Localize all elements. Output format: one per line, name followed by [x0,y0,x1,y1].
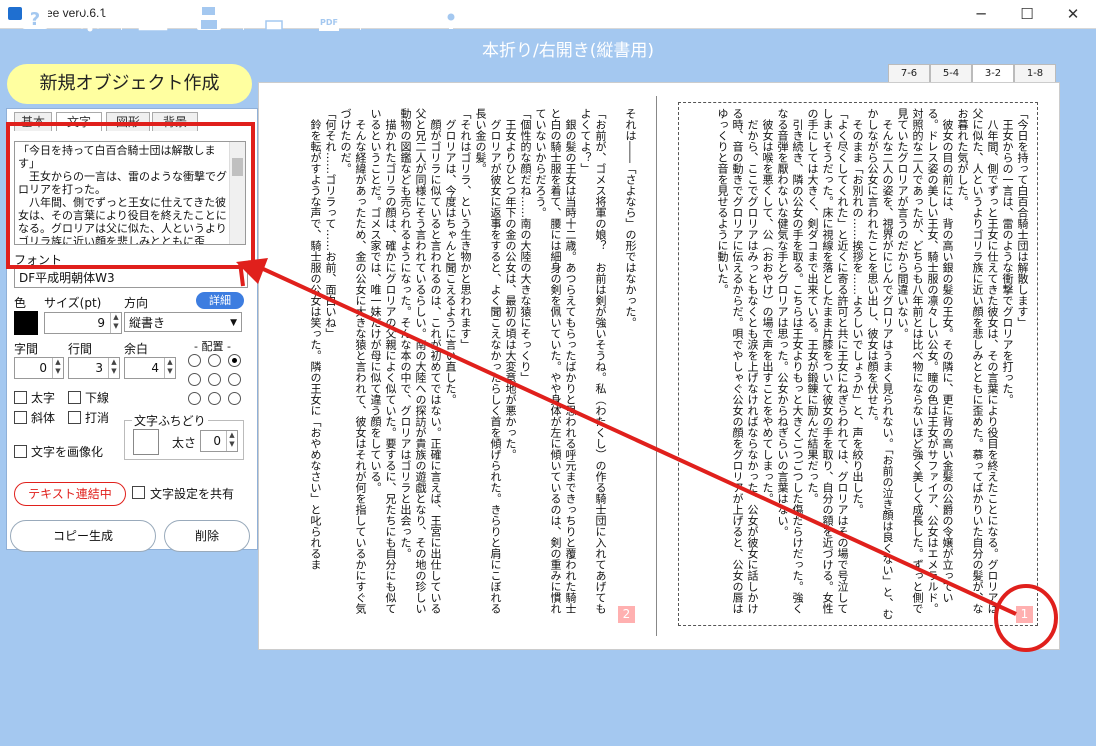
thickness-label: 太さ [172,436,197,450]
strike-label: 打消 [85,411,110,425]
open-folder-icon[interactable] [136,3,172,33]
text-link-button[interactable]: テキスト連結中 [14,482,126,506]
margin-spinner[interactable]: ▲ ▼ [164,358,175,378]
align-radio[interactable] [188,354,201,367]
toolbar-separator [360,6,361,30]
margin-input[interactable]: 4 ▲ ▼ [124,357,176,379]
italic-checkbox[interactable] [14,411,27,424]
rasterize-label: 文字を画像化 [31,445,104,459]
maximize-button[interactable]: ☐ [1004,0,1050,28]
thickness-input[interactable]: 0 ▲ ▼ [200,430,238,452]
page-number-2: 2 [618,606,635,623]
tab-text[interactable]: 文字 [56,112,102,131]
strike-checkbox[interactable] [68,411,81,424]
page-number-1: 1 [1016,606,1033,623]
thickness-spinner[interactable]: ▲ ▼ [226,431,237,451]
align-radio[interactable] [208,392,221,405]
loading-icon[interactable] [74,3,106,33]
size-spinner[interactable]: ▲ ▼ [110,313,121,333]
text-editor-scrollbar[interactable] [229,142,245,244]
delete-button[interactable]: 削除 [164,520,250,552]
share-settings-checkbox[interactable] [132,486,145,499]
tab-basic[interactable]: 基本 [14,112,52,131]
page-tab-5-4[interactable]: 5-4 [930,64,972,83]
align-radio[interactable] [208,354,221,367]
italic-label: 斜体 [31,411,56,425]
margin-value: 4 [151,361,159,375]
new-object-button[interactable]: 新規オブジェクト作成 [7,64,252,104]
page-divider [656,96,657,636]
page-1-text[interactable]: 「今日を持って白百合騎士団は解散します」 王女からの一言は、雷のような衝撃でグロ… [684,108,1030,620]
text-editor-content[interactable]: 「今日を持って白百合騎士団は解散します」 王女からの一言は、雷のような衝撃でグロ… [15,142,245,244]
outline-color-swatch[interactable] [133,429,159,455]
direction-label: 方向 [124,296,149,310]
text-editor[interactable]: 「今日を持って白百合騎士団は解散します」 王女からの一言は、雷のような衝撃でグロ… [14,141,246,245]
thickness-value: 0 [213,434,221,448]
direction-value: 縦書き [129,316,166,330]
page-2-text[interactable]: それは――「さよなら」の形ではなかった。 「お前が、ゴメス将軍の娘？ お前は剣が… [280,108,638,620]
char-spacing-value: 0 [39,361,47,375]
bold-checkbox[interactable] [14,391,27,404]
align-label: - 配置 - [194,340,231,353]
char-spacing-label: 字間 [14,342,39,356]
page-tab-1-8[interactable]: 1-8 [1014,64,1056,83]
tab-background[interactable]: 背景 [152,112,198,131]
align-radio[interactable] [188,373,201,386]
gear-icon[interactable] [436,3,466,33]
share-settings-label: 文字設定を共有 [150,487,235,501]
line-spacing-value: 3 [95,361,103,375]
toolbar-separator [121,6,122,30]
size-value: 9 [97,316,105,330]
color-label: 色 [14,296,27,310]
save-icon[interactable] [193,3,225,33]
align-radio[interactable] [188,392,201,405]
color-swatch[interactable] [14,311,38,335]
svg-text:?: ? [30,9,40,30]
print-icon[interactable] [256,3,292,33]
direction-select[interactable]: 縦書き ▼ [124,312,242,332]
page-tab-3-2[interactable]: 3-2 [972,64,1014,82]
pdf-icon[interactable]: PDF [314,3,344,33]
scrollbar-thumb[interactable] [232,158,243,176]
size-input[interactable]: 9 ▲ ▼ [44,312,122,334]
align-radio[interactable] [228,373,241,386]
line-spacing-spinner[interactable]: ▲ ▼ [108,358,119,378]
line-spacing-label: 行間 [68,342,93,356]
margin-label: 余白 [124,342,149,356]
size-label: サイズ(pt) [44,296,102,310]
minimize-button[interactable]: ─ [958,0,1004,28]
underline-label: 下線 [85,391,110,405]
layout-mode-label[interactable]: 本折り/右開き(縦書用) [482,36,654,61]
font-select[interactable]: DF平成明朝体W3 [14,268,248,288]
rasterize-checkbox[interactable] [14,445,27,458]
underline-checkbox[interactable] [68,391,81,404]
page-marker: -8- [381,7,407,28]
help-icon[interactable]: ? [18,3,52,33]
align-radio[interactable] [228,392,241,405]
tab-shape[interactable]: 図形 [106,112,150,131]
font-label: フォント [14,253,63,267]
char-spacing-input[interactable]: 0 ▲ ▼ [14,357,64,379]
detail-button[interactable]: 詳細 [196,292,244,309]
close-button[interactable]: ✕ [1050,0,1096,28]
dropdown-arrow-icon: ▼ [230,318,237,328]
toolbar-separator [243,6,244,30]
copy-button[interactable]: コピー生成 [10,520,156,552]
pdf-label: PDF [320,18,338,27]
align-radio-selected[interactable] [228,354,241,367]
bold-label: 太字 [31,391,56,405]
align-radio[interactable] [208,373,221,386]
line-spacing-input[interactable]: 3 ▲ ▼ [68,357,120,379]
page-tab-7-6[interactable]: 7-6 [888,64,930,83]
outline-label: 文字ふちどり [132,412,208,429]
char-spacing-spinner[interactable]: ▲ ▼ [52,358,63,378]
